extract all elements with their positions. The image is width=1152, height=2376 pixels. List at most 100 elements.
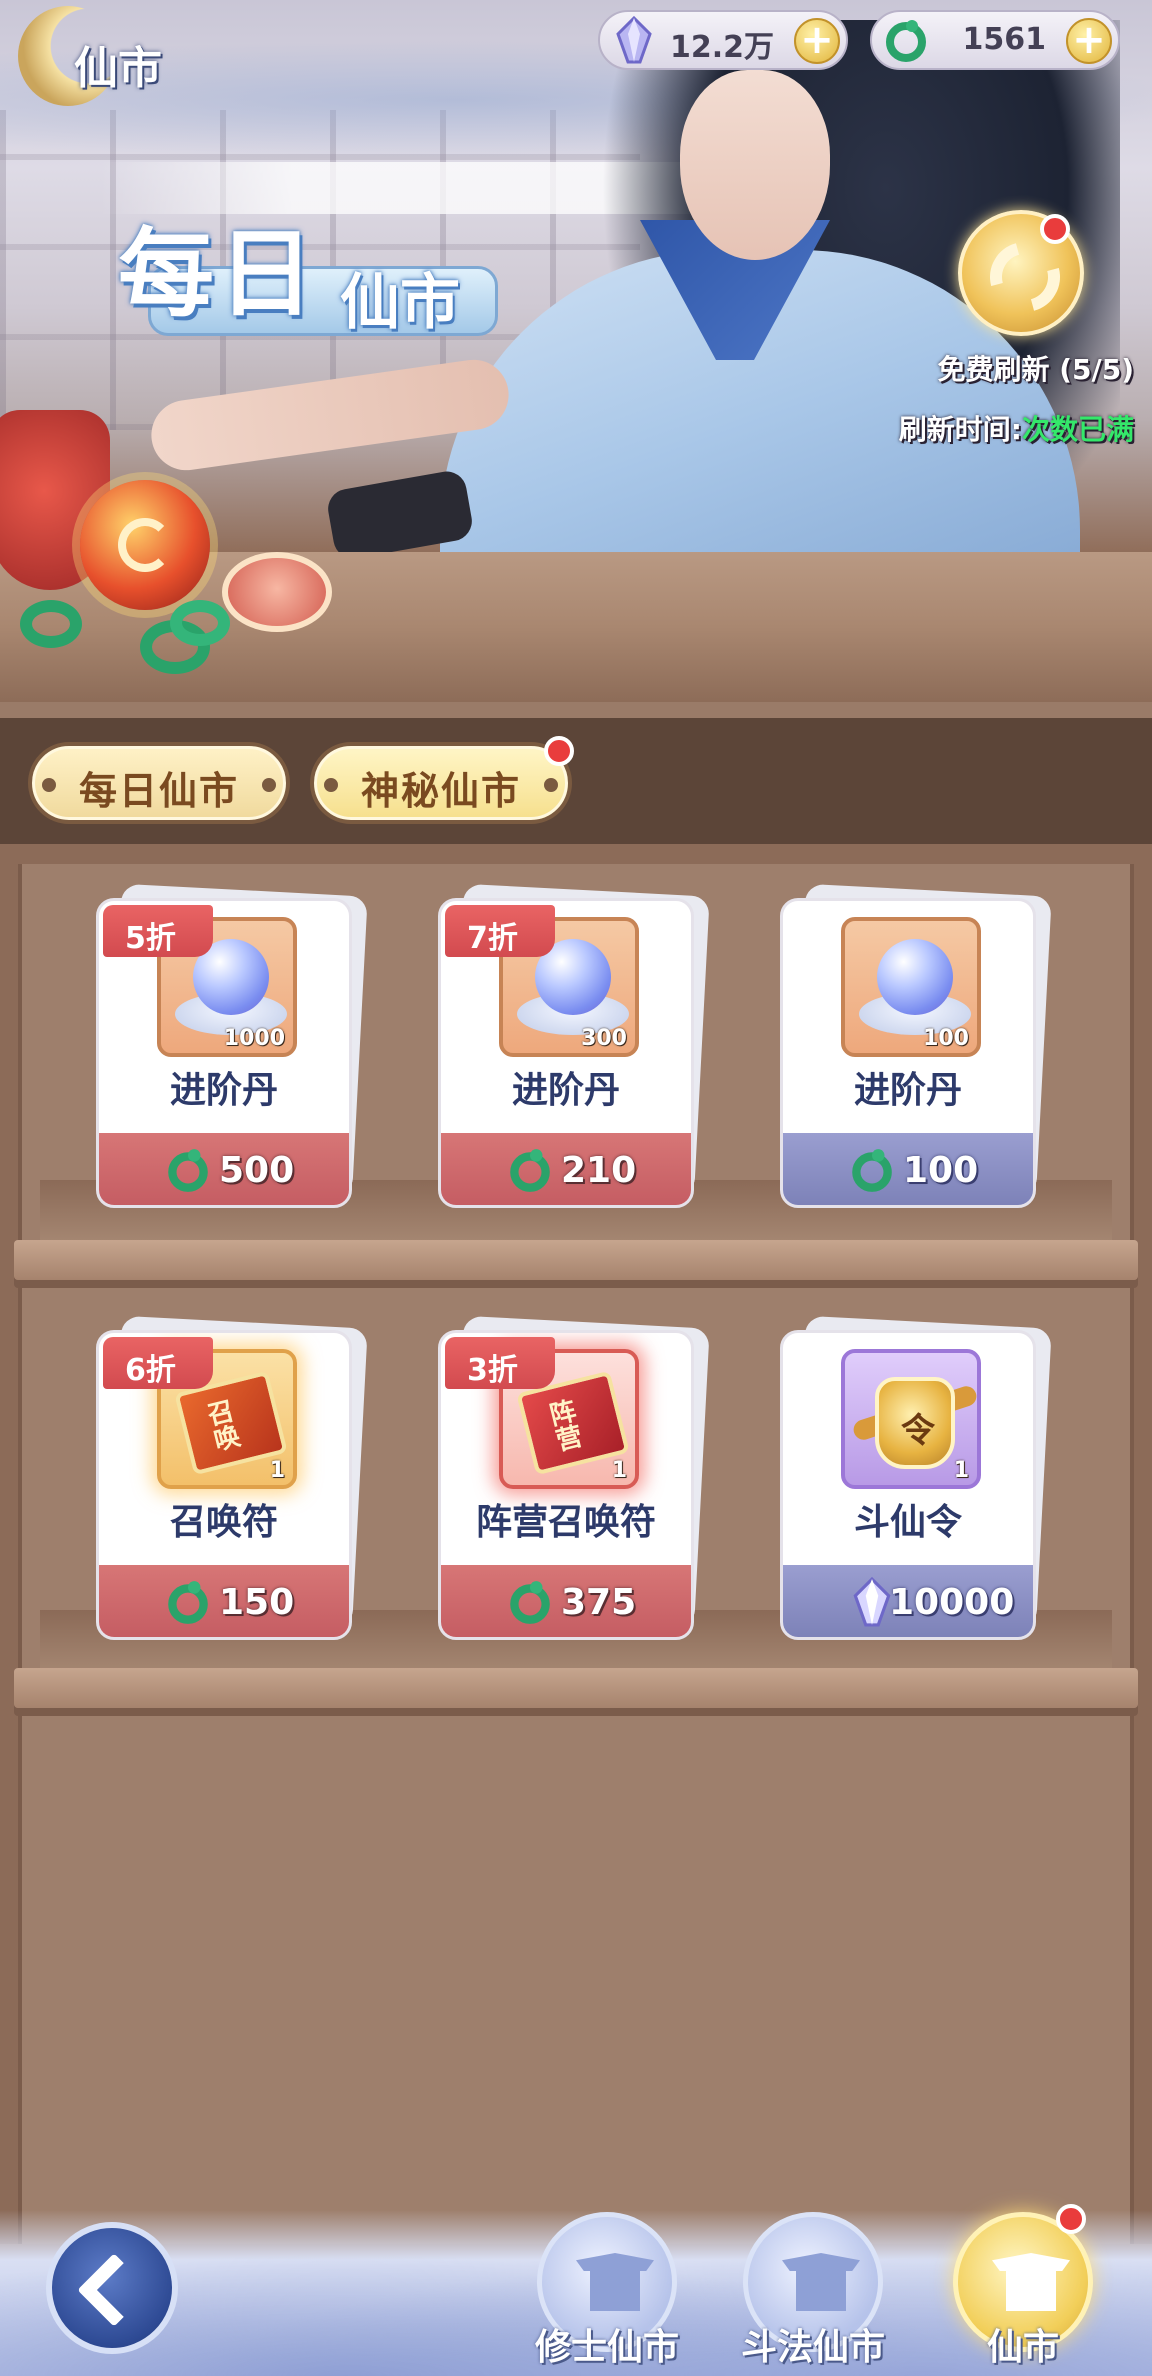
jade-ring-icon — [20, 600, 82, 648]
tab-badge — [544, 736, 574, 766]
refresh-time: 刷新时间:次数已满 — [899, 408, 1134, 448]
card-face: 令 1 斗仙令 10000 — [780, 1330, 1036, 1640]
jade-dragon-icon — [510, 1149, 550, 1192]
item-name: 斗仙令 — [853, 1501, 962, 1543]
add-gem-button[interactable]: + — [794, 18, 840, 64]
nav-label: 斗法仙市 — [740, 2326, 885, 2368]
price-bar: 150 — [99, 1565, 349, 1637]
item-quantity: 300 — [581, 1026, 627, 1051]
back-button[interactable] — [46, 2222, 178, 2354]
shop-item-card[interactable]: 100 进阶丹 100 — [780, 883, 1052, 1208]
pavilion-icon — [992, 2253, 1070, 2313]
price-bar: 500 — [99, 1133, 349, 1205]
card-face: 100 进阶丹 100 — [780, 898, 1036, 1208]
peach-plate-icon — [222, 552, 332, 632]
card-face: 召唤 1 6折 召唤符 150 — [96, 1330, 352, 1640]
nav-cultivator-market[interactable]: 修士仙市 — [534, 2212, 680, 2376]
shop-item-card[interactable]: 阵营 1 3折 阵营召唤符 375 — [438, 1315, 710, 1640]
item-quantity: 1 — [611, 1458, 627, 1483]
tab-knob — [262, 778, 276, 792]
jade-dragon-icon — [168, 1149, 208, 1192]
discount-badge: 6折 — [103, 1337, 213, 1389]
banner-title-small: 仙市 — [340, 268, 460, 338]
add-jade-button[interactable]: + — [1066, 18, 1112, 64]
gem-amount: 12.2万 — [669, 30, 774, 65]
tab-mystery-market[interactable]: 神秘仙市 — [310, 742, 572, 824]
gem-currency: 12.2万 + — [598, 10, 848, 70]
jade-dragon-icon — [852, 1149, 892, 1192]
item-quantity: 100 — [923, 1026, 969, 1051]
pavilion-icon — [782, 2253, 860, 2313]
scroll-text: 阵营 — [542, 1396, 585, 1455]
page-title: 仙市 — [74, 43, 162, 94]
item-name: 进阶丹 — [169, 1069, 278, 1111]
nav-market[interactable]: 仙市 — [950, 2212, 1096, 2376]
price-bar: 375 — [441, 1565, 691, 1637]
scroll-text: 召唤 — [200, 1396, 243, 1455]
discount-label: 5折 — [125, 921, 176, 956]
item-icon-frame: 令 1 — [841, 1349, 981, 1489]
tab-label: 神秘仙市 — [360, 768, 521, 813]
shelf-board — [14, 1668, 1138, 1708]
discount-badge: 7折 — [445, 905, 555, 957]
item-price: 150 — [219, 1582, 295, 1623]
token-text: 令 — [901, 1411, 935, 1451]
crystal-gem-icon — [616, 16, 652, 64]
jade-currency: 1561 + — [870, 10, 1120, 70]
discount-badge: 5折 — [103, 905, 213, 957]
discount-label: 3折 — [467, 1353, 518, 1388]
jade-ring-icon — [170, 600, 230, 646]
item-icon-frame: 100 — [841, 917, 981, 1057]
discount-label: 6折 — [125, 1353, 176, 1388]
pavilion-icon — [576, 2253, 654, 2313]
shop-item-card[interactable]: 令 1 斗仙令 10000 — [780, 1315, 1052, 1640]
card-face: 1000 5折 进阶丹 500 — [96, 898, 352, 1208]
duxian-token-icon: 令 — [875, 1377, 955, 1469]
shelf-board — [14, 1240, 1138, 1280]
banner-title: 每日 仙市 — [118, 196, 508, 346]
jade-dragon-icon — [510, 1581, 550, 1624]
nav-label: 仙市 — [986, 2326, 1059, 2368]
card-face: 300 7折 进阶丹 210 — [438, 898, 694, 1208]
shop-item-card[interactable]: 300 7折 进阶丹 210 — [438, 883, 710, 1208]
item-name: 阵营召唤符 — [475, 1501, 656, 1543]
orb-swirl — [118, 518, 172, 572]
tab-label: 每日仙市 — [78, 768, 239, 813]
back-arrow-icon — [77, 2253, 151, 2327]
item-price: 375 — [561, 1582, 637, 1623]
tab-knob — [544, 778, 558, 792]
discount-label: 7折 — [467, 921, 518, 956]
jade-dragon-icon — [886, 20, 926, 62]
advance-pill-icon — [877, 939, 953, 1015]
banner-title-big: 每日 — [118, 217, 318, 330]
discount-badge: 3折 — [445, 1337, 555, 1389]
refresh-time-value: 次数已满 — [1021, 413, 1134, 446]
refresh-badge — [1040, 214, 1070, 244]
refresh-time-label: 刷新时间: — [898, 413, 1022, 446]
price-bar: 210 — [441, 1133, 691, 1205]
item-price: 10000 — [889, 1582, 1015, 1623]
free-refresh-count: 免费刷新 (5/5) — [937, 353, 1134, 386]
item-name: 进阶丹 — [853, 1069, 962, 1111]
shop-item-card[interactable]: 1000 5折 进阶丹 500 — [96, 883, 368, 1208]
nav-label: 修士仙市 — [534, 2326, 679, 2368]
item-quantity: 1 — [269, 1458, 285, 1483]
character-face — [680, 70, 830, 260]
nav-duel-market[interactable]: 斗法仙市 — [740, 2212, 886, 2376]
item-price: 500 — [219, 1150, 295, 1191]
item-price: 210 — [561, 1150, 637, 1191]
jade-amount: 1561 — [962, 22, 1047, 57]
tab-daily-market[interactable]: 每日仙市 — [28, 742, 290, 824]
nav-badge — [1056, 2204, 1086, 2234]
shop-item-card[interactable]: 召唤 1 6折 召唤符 150 — [96, 1315, 368, 1640]
card-face: 阵营 1 3折 阵营召唤符 375 — [438, 1330, 694, 1640]
item-quantity: 1 — [953, 1458, 969, 1483]
item-price: 100 — [903, 1150, 979, 1191]
price-bar: 100 — [783, 1133, 1033, 1205]
item-name: 进阶丹 — [511, 1069, 620, 1111]
page-title-area: 仙市 — [18, 6, 188, 116]
item-name: 召唤符 — [169, 1501, 278, 1543]
item-quantity: 1000 — [223, 1026, 285, 1051]
jade-dragon-icon — [168, 1581, 208, 1624]
price-bar: 10000 — [783, 1565, 1033, 1637]
